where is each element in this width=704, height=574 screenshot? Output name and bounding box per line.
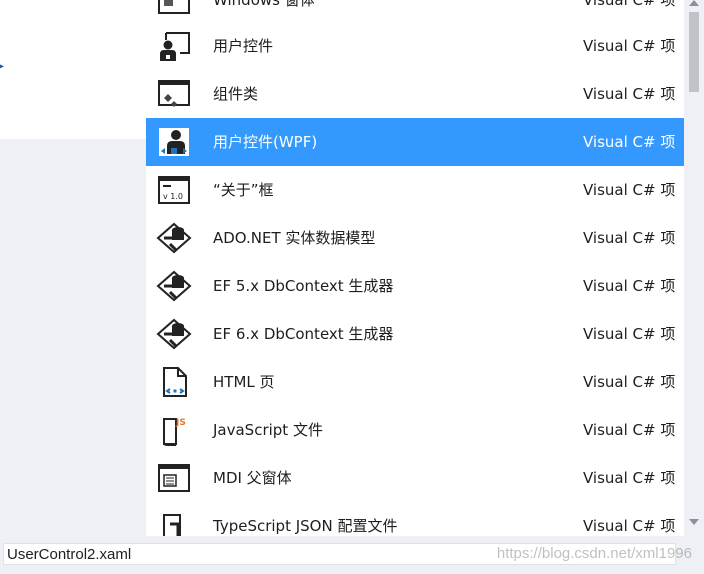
item-name: EF 5.x DbContext 生成器 [213,277,394,295]
javascript-file-icon: JS [156,414,192,446]
item-name: JavaScript 文件 [213,421,323,439]
item-language: Visual C# 项 [583,181,676,199]
scroll-thumb[interactable] [689,12,699,92]
dbcontext-generator-icon [156,318,192,350]
item-language: Visual C# 项 [583,277,676,295]
list-item-ef6-dbcontext-generator[interactable]: EF 6.x DbContext 生成器 Visual C# 项 [146,310,684,358]
list-item-windows-form[interactable]: Windows 窗体 Visual C# 项 [146,0,684,24]
item-name: TypeScript JSON 配置文件 [213,517,398,535]
list-item-javascript-file[interactable]: JS JavaScript 文件 Visual C# 项 [146,406,684,454]
svg-text:v 1.0: v 1.0 [163,192,183,201]
component-class-icon [156,78,192,110]
item-name: “关于”框 [213,181,274,199]
item-language: Visual C# 项 [583,0,676,9]
left-panel: ▸ [0,0,146,139]
item-name: Windows 窗体 [213,0,315,9]
entity-data-model-icon [156,222,192,254]
item-name: ADO.NET 实体数据模型 [213,229,376,247]
item-name: 用户控件(WPF) [213,133,318,151]
windows-form-icon [156,0,192,16]
list-item-component-class[interactable]: 组件类 Visual C# 项 [146,70,684,118]
user-control-wpf-icon [156,126,192,158]
list-item-typescript-json-config[interactable]: TypeScript JSON 配置文件 Visual C# 项 [146,502,684,536]
item-language: Visual C# 项 [583,325,676,343]
dbcontext-generator-icon [156,270,192,302]
mdi-parent-form-icon [156,462,192,494]
typescript-json-config-icon [156,510,192,536]
item-language: Visual C# 项 [583,517,676,535]
list-item-html-page[interactable]: HTML 页 Visual C# 项 [146,358,684,406]
watermark: https://blog.csdn.net/xml1996 [496,545,692,562]
scroll-down-arrow-icon[interactable] [689,519,699,525]
item-language: Visual C# 项 [583,133,676,151]
html-page-icon [156,366,192,398]
item-language: Visual C# 项 [583,37,676,55]
item-name: 用户控件 [213,37,274,55]
scroll-up-arrow-icon[interactable] [689,0,699,6]
item-language: Visual C# 项 [583,85,676,103]
item-name: HTML 页 [213,373,275,391]
item-language: Visual C# 项 [583,469,676,487]
item-name: MDI 父窗体 [213,469,292,487]
list-item-ado-net-entity-data-model[interactable]: ADO.NET 实体数据模型 Visual C# 项 [146,214,684,262]
template-list[interactable]: Windows 窗体 Visual C# 项 用户控件 Visual C# 项 … [146,0,684,536]
item-language: Visual C# 项 [583,229,676,247]
left-panel-edge-glyph: ▸ [0,58,5,74]
user-control-icon [156,30,192,62]
item-name: 组件类 [213,85,259,103]
item-name: EF 6.x DbContext 生成器 [213,325,394,343]
list-item-user-control-wpf[interactable]: 用户控件(WPF) Visual C# 项 [146,118,684,166]
svg-text:JS: JS [175,418,186,428]
about-box-icon: v 1.0 [156,174,192,206]
list-item-mdi-parent-form[interactable]: MDI 父窗体 Visual C# 项 [146,454,684,502]
item-language: Visual C# 项 [583,421,676,439]
list-item-about-box[interactable]: v 1.0 “关于”框 Visual C# 项 [146,166,684,214]
list-item-ef5-dbcontext-generator[interactable]: EF 5.x DbContext 生成器 Visual C# 项 [146,262,684,310]
list-item-user-control[interactable]: 用户控件 Visual C# 项 [146,22,684,70]
item-language: Visual C# 项 [583,373,676,391]
vertical-scrollbar[interactable] [684,0,704,536]
